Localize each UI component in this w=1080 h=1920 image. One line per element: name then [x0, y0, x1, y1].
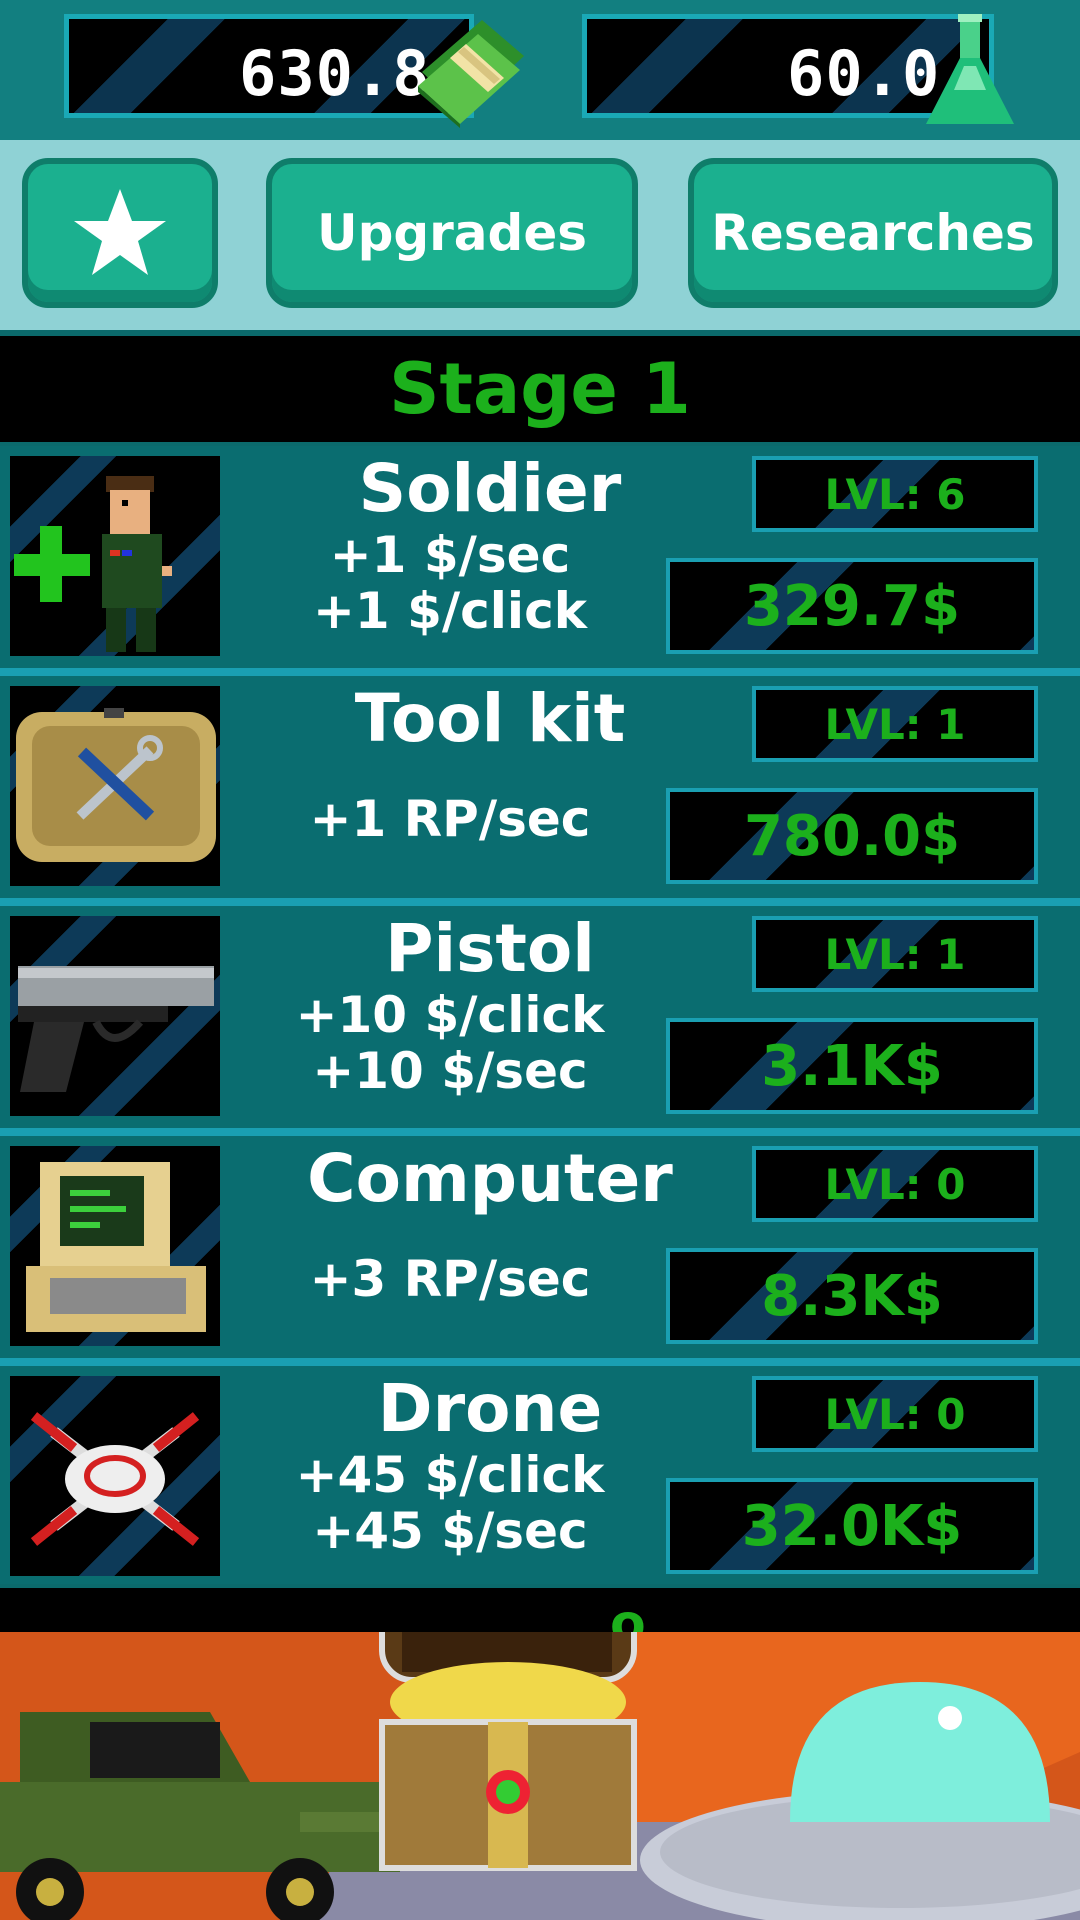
buy-button[interactable]: 8.3K$ [666, 1248, 1038, 1344]
item-name: Drone [377, 1370, 603, 1447]
item-thumbnail [10, 686, 220, 886]
item-stat-primary: +45 $/click [295, 1446, 605, 1504]
item-stat-secondary: +10 $/sec [312, 1042, 588, 1100]
toolkit-icon [16, 708, 216, 862]
item-level-badge: LVL: 1 [752, 686, 1038, 762]
item-price: 32.0K$ [741, 1493, 963, 1559]
item-price: 329.7$ [743, 573, 961, 639]
item-name: Tool kit [354, 680, 626, 757]
item-level: LVL: 0 [824, 1159, 966, 1209]
resource-bar: 630.8 60.0 [0, 0, 1080, 146]
drone-icon [30, 1412, 200, 1546]
item-level-badge: LVL: 0 [752, 1376, 1038, 1452]
item-name: Soldier [358, 450, 622, 527]
flask-icon [926, 14, 1014, 124]
tab-researches[interactable]: Researches [688, 158, 1058, 308]
upgrade-list: Soldier +1 $/sec +1 $/click LVL: 6 329.7… [0, 446, 1080, 1596]
buy-button[interactable]: 329.7$ [666, 558, 1038, 654]
buy-button[interactable]: 32.0K$ [666, 1478, 1038, 1574]
stage-title: Stage 1 [0, 332, 1080, 448]
item-level: LVL: 1 [824, 699, 966, 749]
item-level-badge: LVL: 1 [752, 916, 1038, 992]
item-thumbnail [10, 1376, 220, 1576]
item-level-badge: LVL: 0 [752, 1146, 1038, 1222]
item-level: LVL: 0 [824, 1389, 966, 1439]
list-item-pistol[interactable]: Pistol +10 $/click +10 $/sec LVL: 1 3.1K… [0, 906, 1080, 1136]
item-thumbnail [10, 456, 220, 656]
tab-bar: Upgrades Researches [0, 140, 1080, 330]
item-stat-primary: +1 RP/sec [309, 790, 591, 848]
item-level: LVL: 1 [824, 929, 966, 979]
item-price: 8.3K$ [761, 1263, 943, 1329]
list-item-drone[interactable]: Drone +45 $/click +45 $/sec LVL: 0 32.0K… [0, 1366, 1080, 1596]
item-name: Pistol [385, 910, 595, 987]
cash-stack-icon [418, 20, 524, 128]
item-stat-primary: +3 RP/sec [309, 1250, 591, 1308]
item-name: Computer [307, 1140, 673, 1217]
list-item-computer[interactable]: Computer +3 RP/sec LVL: 0 8.3K$ [0, 1136, 1080, 1366]
research-value: 60.0 [787, 37, 941, 110]
game-scene [0, 1632, 1080, 1920]
jeep-icon [0, 1712, 400, 1920]
tab-upgrades[interactable]: Upgrades [266, 158, 638, 308]
star-icon [74, 189, 166, 275]
money-value: 630.8 [239, 37, 431, 110]
list-item-soldier[interactable]: Soldier +1 $/sec +1 $/click LVL: 6 329.7… [0, 446, 1080, 676]
ufo-dome-icon [790, 1682, 1050, 1822]
buy-button[interactable]: 3.1K$ [666, 1018, 1038, 1114]
soldier-icon [14, 476, 172, 652]
item-price: 780.0$ [743, 803, 961, 869]
item-thumbnail [10, 916, 220, 1116]
item-level-badge: LVL: 6 [752, 456, 1038, 532]
item-stat-secondary: +1 $/click [313, 582, 587, 640]
list-item-toolkit[interactable]: Tool kit +1 RP/sec LVL: 1 780.0$ [0, 676, 1080, 906]
treasure-chest-icon[interactable] [372, 1632, 644, 1872]
item-stat-secondary: +45 $/sec [312, 1502, 588, 1560]
item-stat-primary: +10 $/click [295, 986, 605, 1044]
item-price: 3.1K$ [761, 1033, 943, 1099]
computer-icon [26, 1162, 206, 1332]
item-thumbnail [10, 1146, 220, 1346]
favorites-button[interactable] [22, 158, 218, 308]
buy-button[interactable]: 780.0$ [666, 788, 1038, 884]
item-stat-primary: +1 $/sec [329, 526, 571, 584]
item-level: LVL: 6 [824, 469, 966, 519]
pistol-icon [18, 966, 214, 1092]
